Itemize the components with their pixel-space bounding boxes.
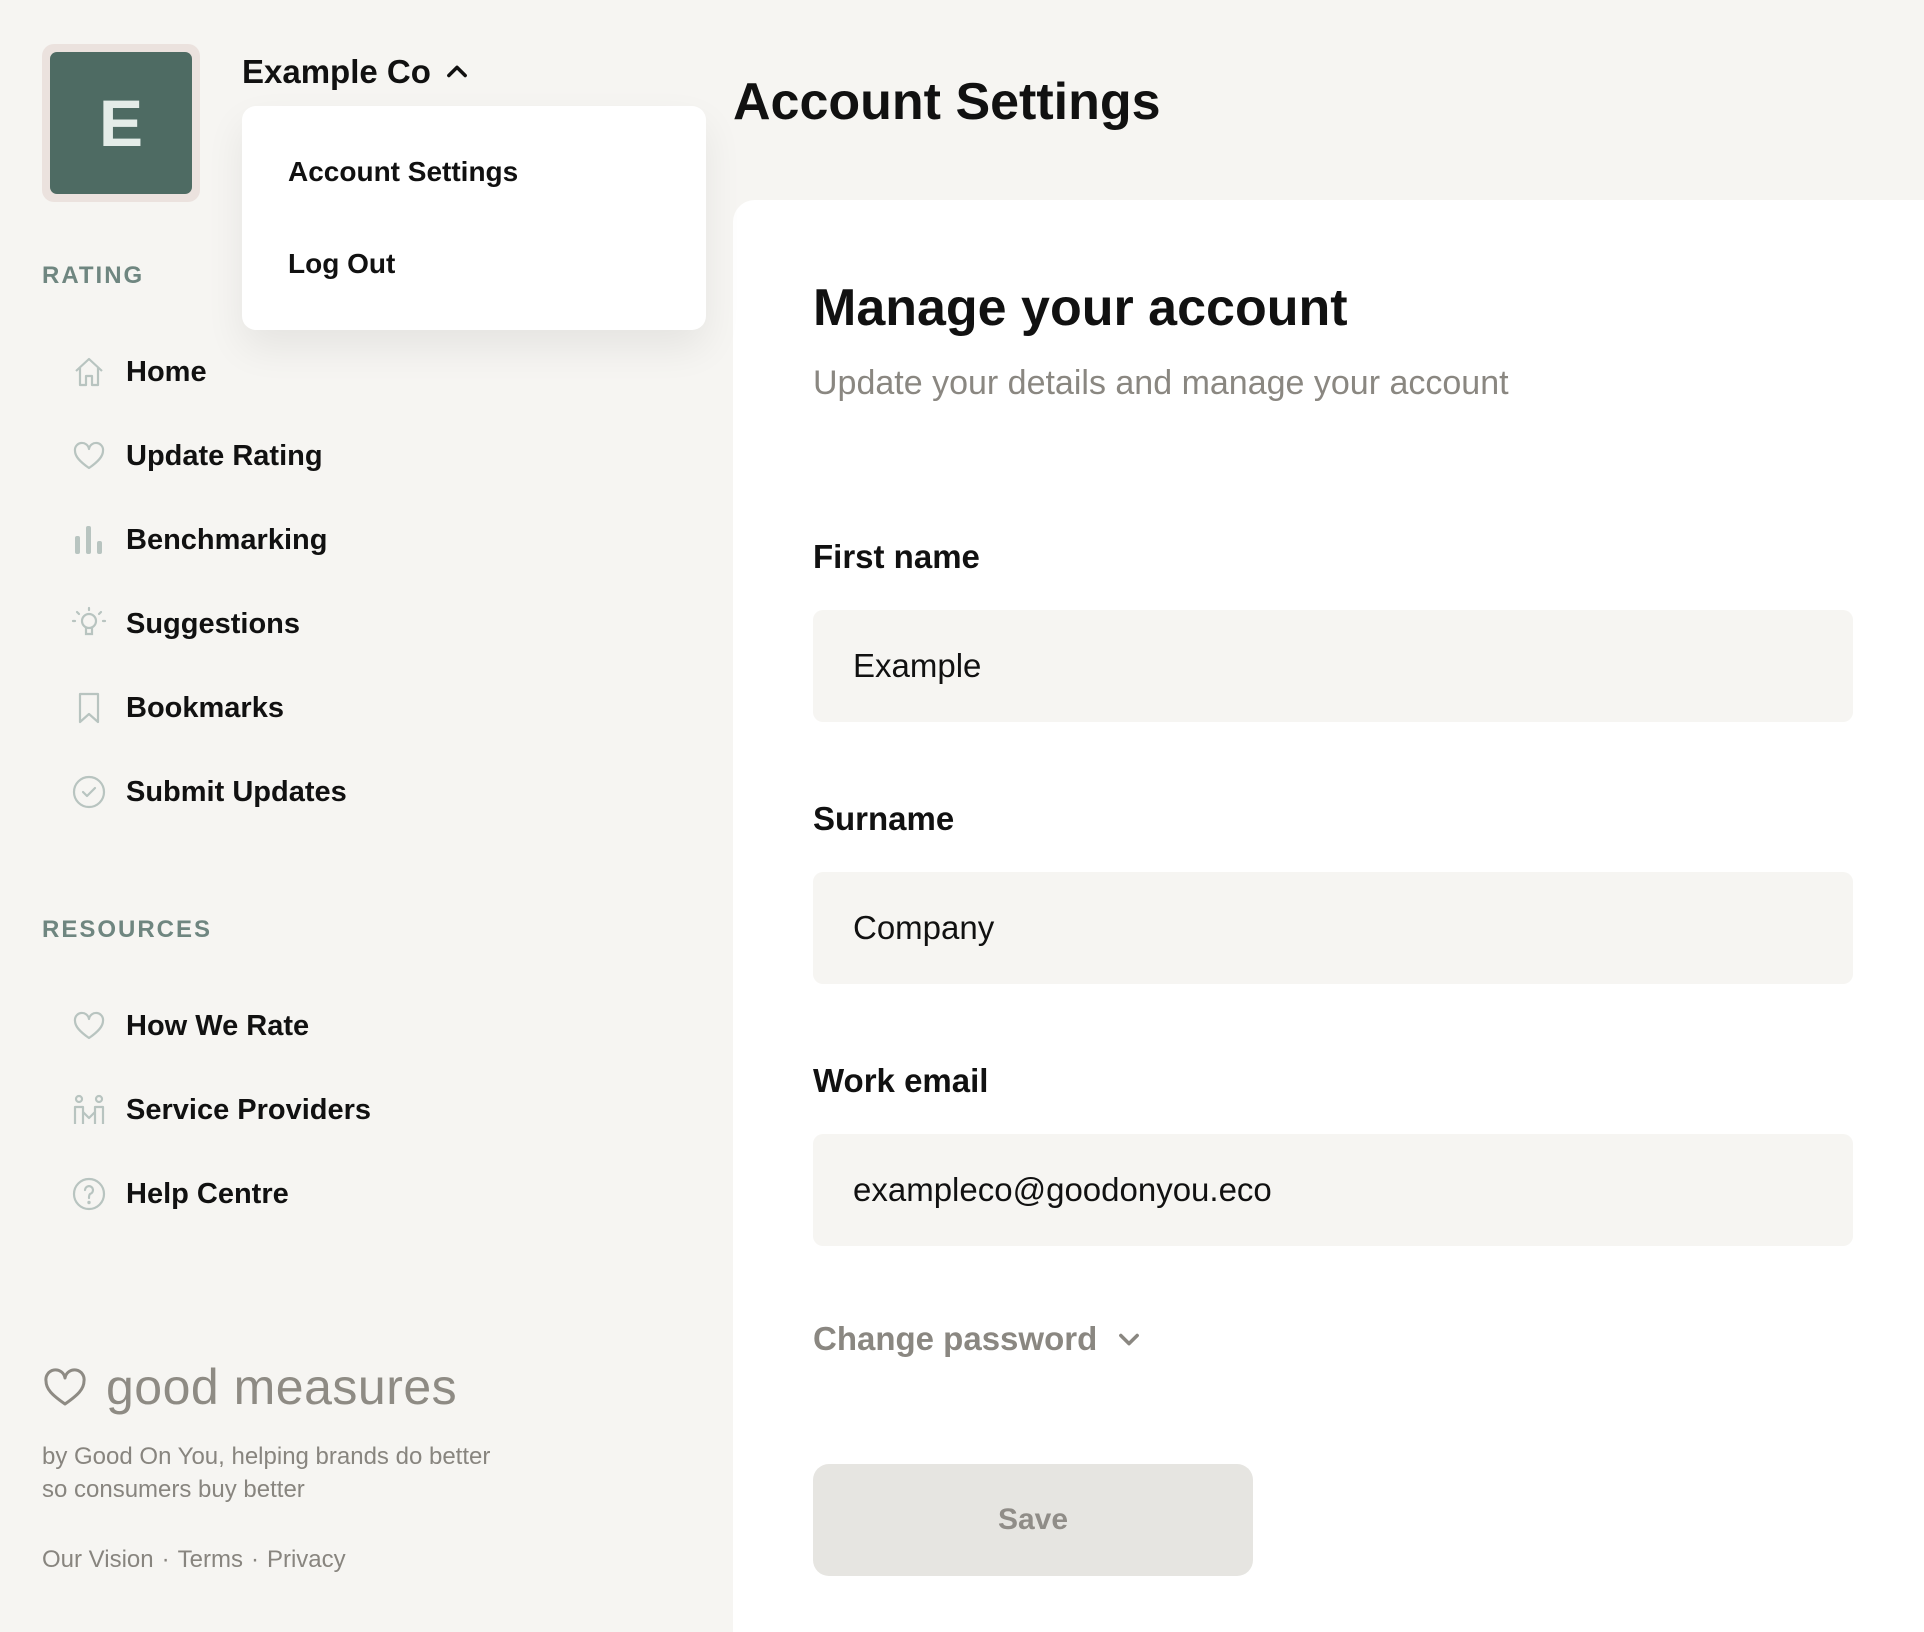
section-label-rating: RATING xyxy=(42,262,145,289)
sidebar-item-help-centre[interactable]: Help Centre xyxy=(70,1166,630,1222)
chevron-up-icon xyxy=(446,65,467,78)
org-switcher[interactable]: Example Co xyxy=(242,50,471,94)
sidebar-item-label: Update Rating xyxy=(126,439,323,472)
heart-icon xyxy=(70,437,108,475)
account-card: Manage your account Update your details … xyxy=(733,200,1924,1632)
org-avatar[interactable]: E xyxy=(42,44,200,202)
change-password-label: Change password xyxy=(813,1320,1098,1357)
org-name: Example Co xyxy=(242,53,431,90)
heart-logo-icon xyxy=(44,1368,86,1406)
account-dropdown-menu: Account Settings Log Out xyxy=(242,106,706,330)
work-email-label: Work email xyxy=(813,1062,989,1099)
surname-label: Surname xyxy=(813,800,955,837)
check-circle-icon xyxy=(70,773,108,811)
brand-logo: good measures xyxy=(42,1358,457,1416)
footer-separator: · xyxy=(161,1546,170,1573)
sidebar-item-label: How We Rate xyxy=(126,1009,310,1042)
sidebar-item-home[interactable]: Home xyxy=(70,344,630,400)
sidebar-item-suggestions[interactable]: Suggestions xyxy=(70,596,630,652)
footer-link-terms[interactable]: Terms xyxy=(178,1546,243,1574)
surname-input[interactable] xyxy=(813,872,1853,984)
people-icon xyxy=(70,1091,108,1129)
footer-link-privacy[interactable]: Privacy xyxy=(267,1546,346,1574)
card-subtitle: Update your details and manage your acco… xyxy=(813,364,1509,402)
sidebar-item-submit-updates[interactable]: Submit Updates xyxy=(70,764,630,820)
page-title: Account Settings xyxy=(733,73,1161,131)
menu-item-log-out[interactable]: Log Out xyxy=(288,248,395,280)
sidebar-item-bookmarks[interactable]: Bookmarks xyxy=(70,680,630,736)
save-button[interactable]: Save xyxy=(813,1464,1253,1576)
sidebar-item-label: Benchmarking xyxy=(126,523,328,556)
sidebar-item-benchmarking[interactable]: Benchmarking xyxy=(70,512,630,568)
lightbulb-icon xyxy=(70,605,108,643)
sidebar-item-label: Bookmarks xyxy=(126,691,284,724)
chevron-down-icon xyxy=(1119,1333,1140,1346)
brand-tagline: by Good On You, helping brands do better… xyxy=(42,1443,491,1503)
home-icon xyxy=(70,353,108,391)
sidebar-item-label: Suggestions xyxy=(126,607,301,640)
footer-link-our-vision[interactable]: Our Vision xyxy=(42,1546,154,1574)
sidebar-item-update-rating[interactable]: Update Rating xyxy=(70,428,630,484)
bookmark-icon xyxy=(70,689,108,727)
sidebar-item-service-providers[interactable]: Service Providers xyxy=(70,1082,630,1138)
first-name-label: First name xyxy=(813,538,980,575)
heart-icon xyxy=(70,1007,108,1045)
footer-separator: · xyxy=(250,1546,259,1573)
bar-chart-icon xyxy=(70,521,108,559)
sidebar-item-label: Home xyxy=(126,355,207,388)
card-title: Manage your account xyxy=(813,279,1348,337)
menu-item-account-settings[interactable]: Account Settings xyxy=(288,156,518,188)
brand-name: good measures xyxy=(106,1359,458,1415)
first-name-input[interactable] xyxy=(813,610,1853,722)
section-label-resources: RESOURCES xyxy=(42,916,213,943)
sidebar-item-label: Help Centre xyxy=(126,1177,289,1210)
change-password-toggle[interactable]: Change password xyxy=(813,1320,1143,1358)
footer-links: Our Vision · Terms · Privacy xyxy=(42,1546,346,1574)
sidebar-item-label: Submit Updates xyxy=(126,775,347,808)
sidebar-item-label: Service Providers xyxy=(126,1093,372,1126)
sidebar-item-how-we-rate[interactable]: How We Rate xyxy=(70,998,630,1054)
help-circle-icon xyxy=(70,1175,108,1213)
work-email-input[interactable] xyxy=(813,1134,1853,1246)
org-avatar-letter: E xyxy=(50,52,192,194)
